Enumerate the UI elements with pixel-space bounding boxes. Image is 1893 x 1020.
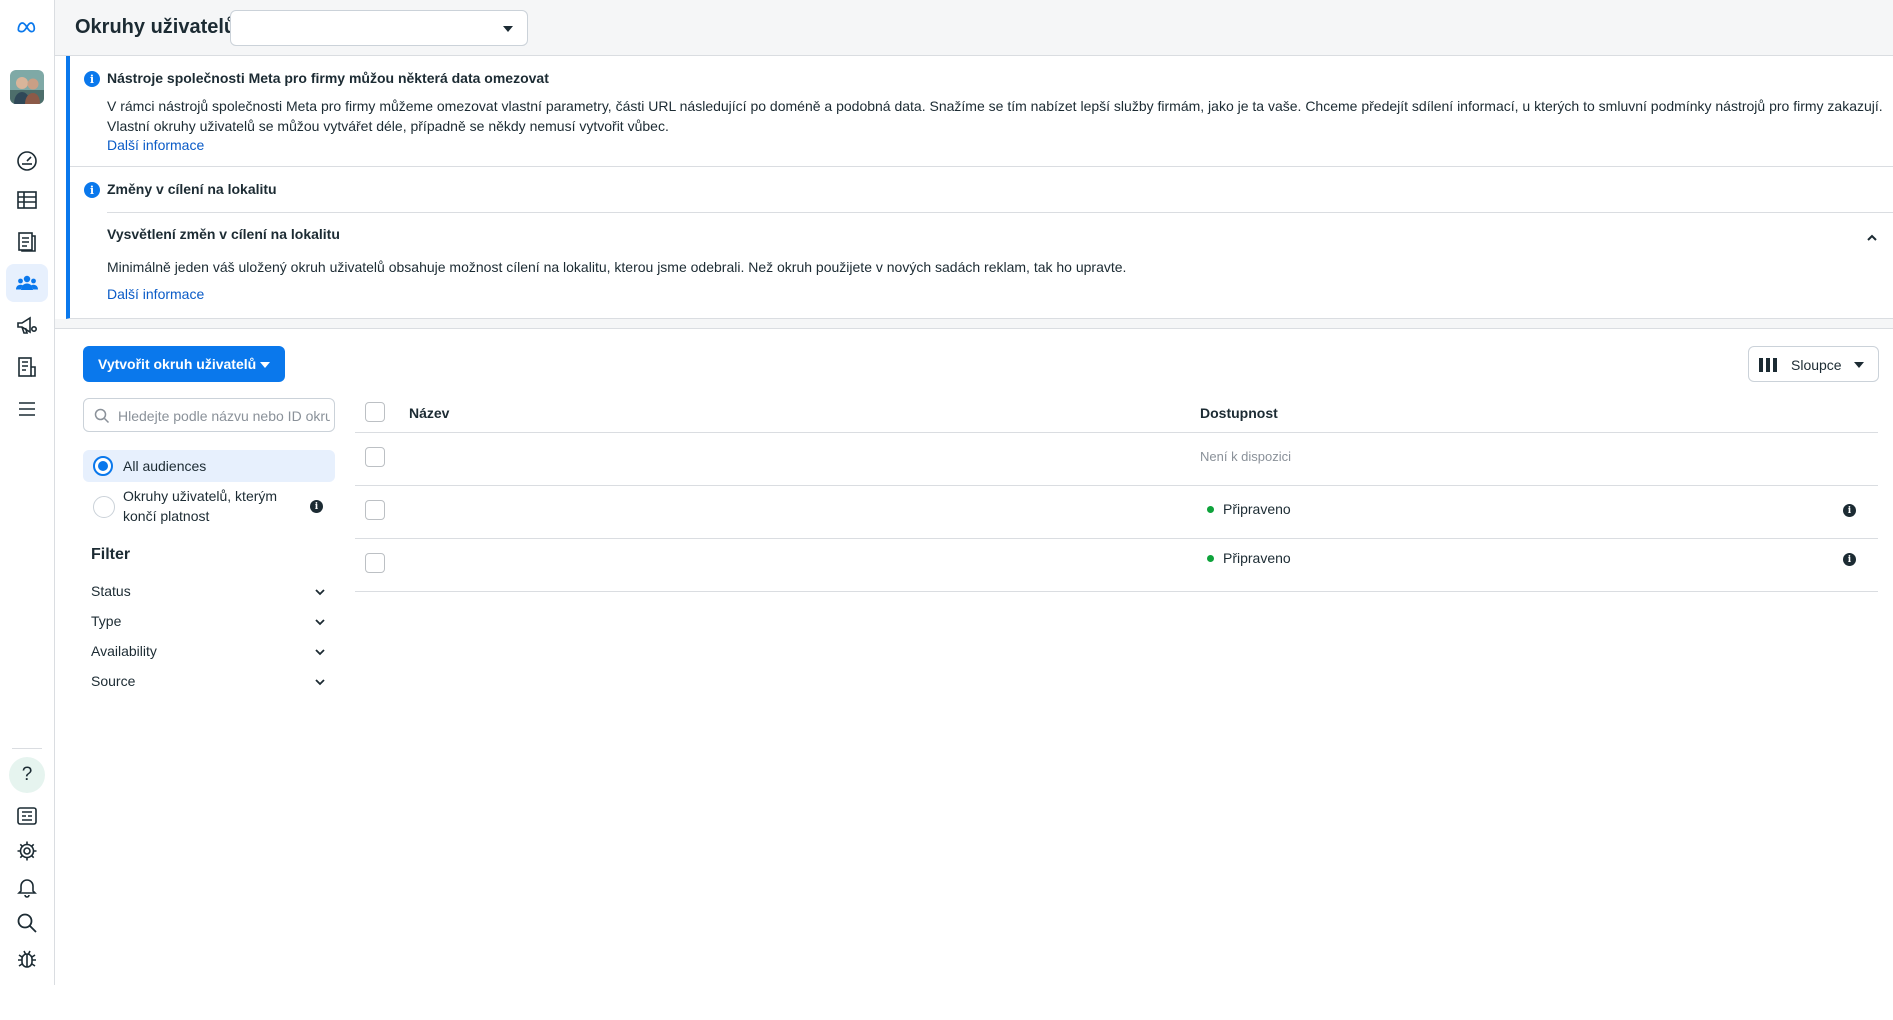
- notice-text: V rámci nástrojů společnosti Meta pro fi…: [107, 98, 1883, 134]
- bug-icon[interactable]: [6, 940, 48, 978]
- notices-panel: i Nástroje společnosti Meta pro firmy mů…: [66, 56, 1893, 319]
- chevron-down-icon: [315, 619, 325, 626]
- row-availability: Připraveno: [1223, 501, 1291, 517]
- status-dot: [1207, 506, 1214, 513]
- create-audience-button[interactable]: Vytvořit okruh uživatelů: [83, 346, 285, 382]
- table-row[interactable]: Připraveno i: [355, 540, 1878, 592]
- filter-type[interactable]: Type: [91, 611, 327, 633]
- audience-option-label: All audiences: [123, 458, 207, 474]
- columns-button[interactable]: Sloupce: [1748, 346, 1879, 382]
- create-audience-label: Vytvořit okruh uživatelů: [98, 356, 257, 372]
- chevron-down-icon: [315, 679, 325, 686]
- page-title: Okruhy uživatelů: [75, 16, 237, 38]
- info-icon: i: [84, 182, 100, 198]
- help-icon[interactable]: ?: [9, 757, 45, 793]
- audience-option-all[interactable]: All audiences: [83, 450, 335, 482]
- filter-label: Status: [91, 583, 131, 599]
- table-row[interactable]: Připraveno i: [355, 487, 1878, 539]
- notice-divider: [70, 166, 1893, 167]
- notice-text: Minimálně jeden váš uložený okruh uživat…: [107, 259, 1127, 275]
- filter-label: Availability: [91, 643, 157, 659]
- chevron-up-icon[interactable]: [1865, 231, 1879, 245]
- menu-icon[interactable]: [6, 390, 48, 428]
- settings-icon[interactable]: [6, 832, 48, 870]
- catalog-icon[interactable]: [6, 223, 48, 261]
- column-header-name[interactable]: Název: [409, 405, 449, 421]
- table-header: Název Dostupnost: [355, 395, 1878, 433]
- filter-availability[interactable]: Availability: [91, 641, 327, 663]
- table-icon[interactable]: [6, 181, 48, 219]
- info-icon[interactable]: i: [1843, 504, 1856, 517]
- row-availability: Není k dispozici: [1200, 449, 1292, 464]
- radio-unselected[interactable]: [93, 496, 115, 518]
- audience-option-expiring[interactable]: Okruhy uživatelů, kterým končí platnost …: [83, 484, 335, 530]
- radio-selected[interactable]: [93, 456, 113, 476]
- notice-title: Změny v cílení na lokalitu: [107, 181, 277, 197]
- caret-down-icon: [1854, 362, 1864, 368]
- columns-label: Sloupce: [1791, 357, 1842, 373]
- row-availability: Připraveno: [1223, 550, 1291, 566]
- search-field[interactable]: [83, 398, 335, 432]
- filter-title: Filter: [91, 546, 131, 563]
- filter-status[interactable]: Status: [91, 581, 327, 603]
- search-input[interactable]: [118, 405, 330, 427]
- megaphone-icon[interactable]: [6, 306, 48, 344]
- filter-label: Type: [91, 613, 122, 629]
- row-checkbox[interactable]: [365, 447, 385, 467]
- dashboard-gauge-icon[interactable]: [6, 142, 48, 180]
- audiences-icon[interactable]: [6, 264, 48, 302]
- learn-more-link[interactable]: Další informace: [107, 137, 204, 153]
- notice-subtitle: Vysvětlení změn v cílení na lokalitu: [107, 226, 340, 242]
- info-icon[interactable]: i: [310, 500, 323, 513]
- chevron-down-icon: [315, 649, 325, 656]
- account-selector[interactable]: [230, 10, 528, 46]
- avatar[interactable]: [10, 70, 44, 104]
- billing-icon[interactable]: [6, 348, 48, 386]
- chevron-down-icon: [315, 589, 325, 596]
- filter-source[interactable]: Source: [91, 671, 327, 693]
- audience-option-label: Okruhy uživatelů, kterým končí platnost: [123, 488, 278, 524]
- search-icon: [94, 408, 110, 424]
- caret-down-icon: [260, 362, 270, 368]
- column-header-availability[interactable]: Dostupnost: [1200, 405, 1278, 421]
- left-nav-rail: ?: [0, 0, 55, 985]
- status-dot: [1207, 555, 1214, 562]
- news-icon[interactable]: [6, 797, 48, 835]
- bell-icon[interactable]: [6, 868, 48, 906]
- row-checkbox[interactable]: [365, 500, 385, 520]
- info-icon[interactable]: i: [1843, 553, 1856, 566]
- columns-icon: [1759, 358, 1777, 372]
- row-checkbox[interactable]: [365, 553, 385, 573]
- caret-down-icon: [503, 26, 513, 32]
- learn-more-link[interactable]: Další informace: [107, 286, 204, 302]
- meta-logo-icon[interactable]: [6, 8, 48, 46]
- filter-label: Source: [91, 673, 136, 689]
- search-icon[interactable]: [6, 904, 48, 942]
- select-all-checkbox[interactable]: [365, 402, 385, 422]
- rail-divider: [12, 748, 42, 749]
- page-header: Okruhy uživatelů: [55, 0, 1893, 56]
- notice-divider: [107, 212, 1893, 213]
- section-gap: [55, 319, 1893, 329]
- table-row[interactable]: Není k dispozici: [355, 434, 1878, 486]
- info-icon: i: [84, 71, 100, 87]
- notice-title: Nástroje společnosti Meta pro firmy můžo…: [107, 70, 549, 86]
